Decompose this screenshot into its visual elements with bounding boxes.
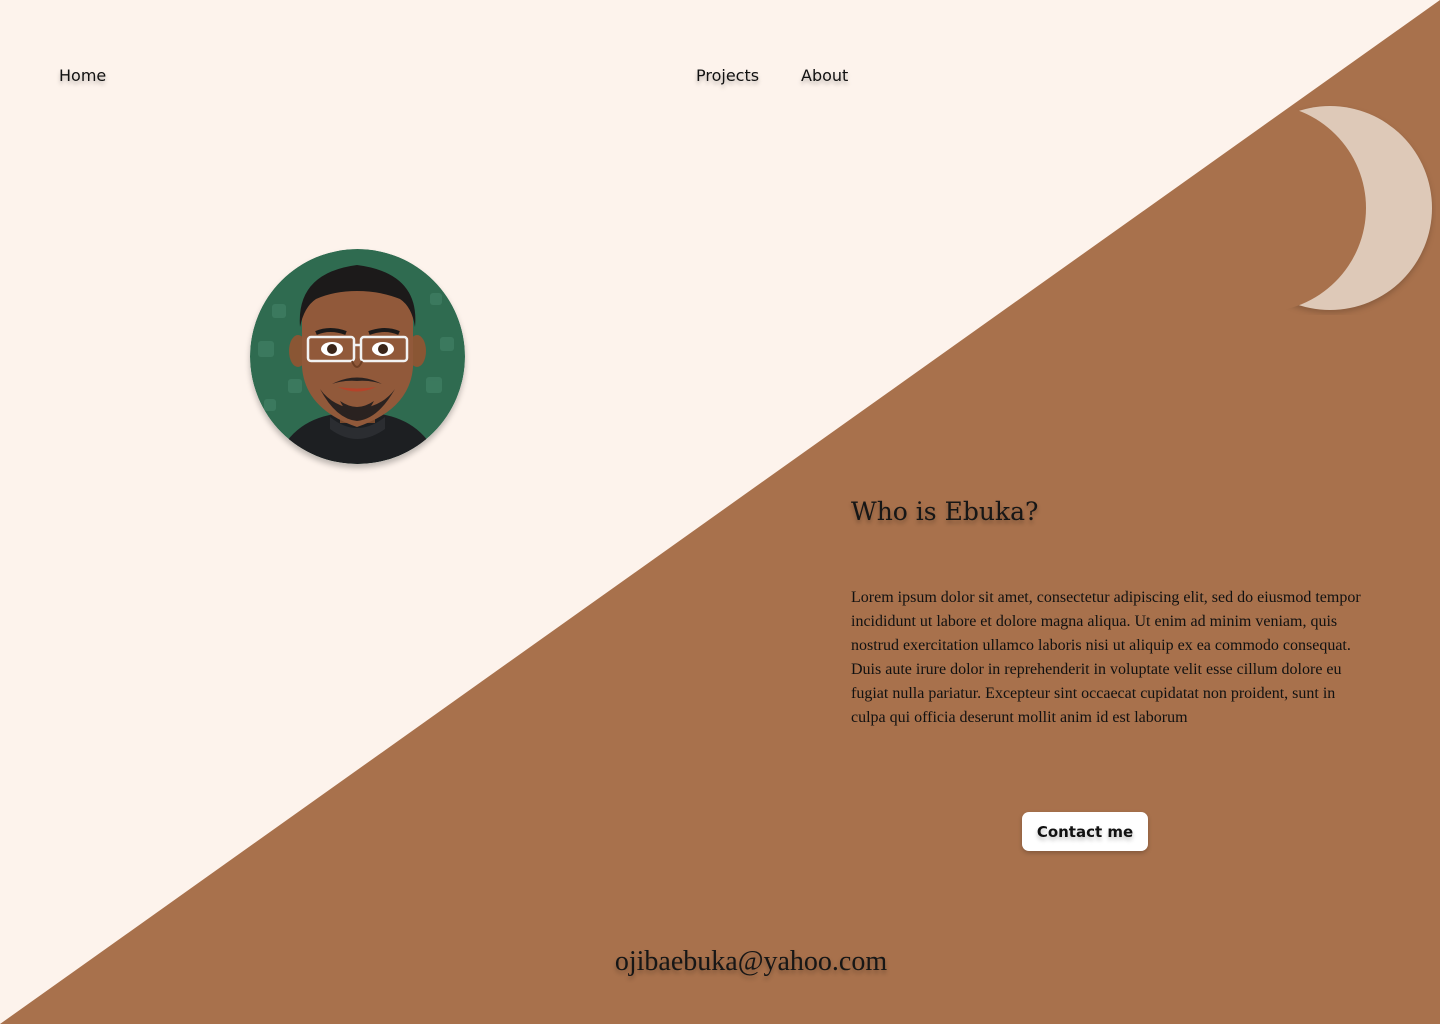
nav-home-link[interactable]: Home	[59, 66, 106, 85]
footer-email-link[interactable]: ojibaebuka@yahoo.com	[0, 946, 1440, 978]
bitmoji-avatar-icon	[250, 249, 465, 464]
nav-about-link[interactable]: About	[801, 66, 848, 85]
contact-me-button[interactable]: Contact me	[1022, 812, 1148, 851]
about-heading: Who is Ebuka?	[851, 497, 1039, 526]
profile-avatar	[250, 249, 465, 464]
diagonal-background	[0, 0, 1440, 1024]
nav-projects-link[interactable]: Projects	[696, 66, 759, 85]
about-bio-text: Lorem ipsum dolor sit amet, consectetur …	[851, 589, 1361, 726]
crescent-moon-icon	[1228, 106, 1432, 310]
